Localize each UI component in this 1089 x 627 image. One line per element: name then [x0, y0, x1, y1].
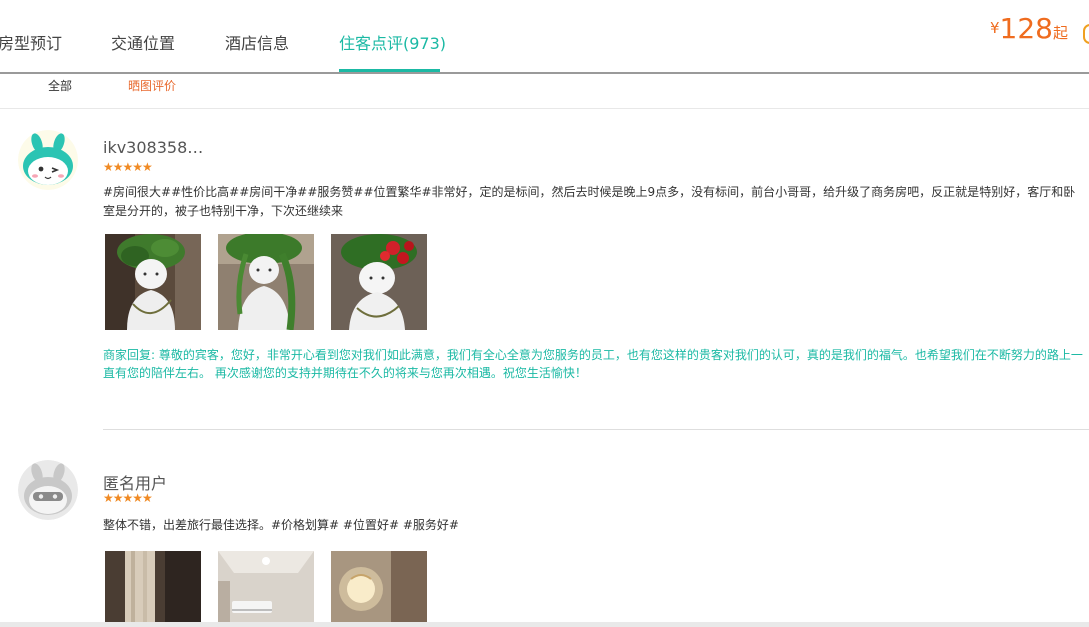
review-divider — [103, 429, 1089, 430]
price-display: ¥128起 — [990, 12, 1068, 45]
review-photo[interactable] — [331, 551, 427, 627]
review-username[interactable]: ikv308358… — [103, 138, 203, 157]
review-photo[interactable] — [105, 551, 201, 627]
tab-guest-reviews[interactable]: 住客点评(973) — [339, 30, 446, 54]
partial-badge-icon — [1083, 24, 1089, 44]
filter-photo-reviews[interactable]: 晒图评价 — [128, 77, 176, 94]
review-rating-stars: ★★★★★ — [103, 491, 153, 505]
price-suffix: 起 — [1053, 24, 1069, 42]
bottom-edge — [0, 622, 1089, 627]
tab-location[interactable]: 交通位置 — [111, 30, 175, 54]
price-currency: ¥ — [990, 19, 1000, 37]
tab-room-booking[interactable]: 房型预订 — [0, 30, 62, 54]
divider — [0, 108, 1089, 109]
tab-bar: 房型预订 交通位置 酒店信息 住客点评(973) ¥128起 — [0, 0, 1089, 74]
filter-all[interactable]: 全部 — [48, 77, 72, 94]
merchant-reply: 商家回复: 尊敬的宾客，您好，非常开心看到您对我们如此满意，我们有全心全意为您服… — [103, 348, 1083, 380]
review-rating-stars: ★★★★★ — [103, 160, 153, 174]
review-photo[interactable] — [218, 551, 314, 627]
review-text: #房间很大##性价比高##房间干净##服务赞##位置繁华#非常好，定的是标间，然… — [103, 185, 1076, 218]
anonymous-mascot-icon — [18, 460, 78, 520]
review-text: 整体不错，出差旅行最佳选择。#价格划算# #位置好# #服务好# — [103, 518, 459, 532]
tab-hotel-info[interactable]: 酒店信息 — [225, 30, 289, 54]
price-amount: 128 — [999, 12, 1053, 45]
review-photo[interactable] — [218, 234, 314, 330]
active-tab-indicator — [339, 69, 440, 72]
bunny-mascot-icon — [18, 130, 78, 190]
review-photo[interactable] — [105, 234, 201, 330]
review-photo[interactable] — [331, 234, 427, 330]
